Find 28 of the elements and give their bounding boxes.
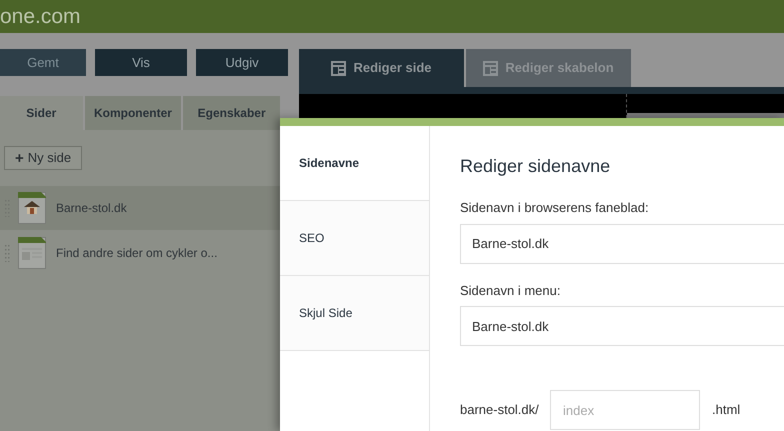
panel-tab[interactable]: Sider [0,96,83,130]
panel-tab[interactable]: Komponenter [84,96,182,130]
url-field[interactable]: index [550,390,700,430]
dialog-menu-item[interactable]: Skjul Side [280,276,429,351]
text-field[interactable]: Barne-stol.dk [460,306,784,346]
field-label: Sidenavn i menu: [460,282,562,300]
new-page-button[interactable]: + Ny side [4,146,82,170]
dialog-menu-item[interactable]: Sidenavne [280,126,429,201]
page-icon [18,192,46,224]
edit-tab[interactable]: Rediger side [299,49,464,87]
dialog-menu-item[interactable]: SEO [280,201,429,276]
logo: one.com [0,6,81,27]
page-icon [18,237,46,269]
url-prefix: barne-stol.dk/ [460,401,540,420]
plus-icon: + [14,150,24,166]
url-suffix: .html [712,401,740,420]
layout-icon [331,60,346,76]
layout-icon [483,60,498,76]
toolbar-button[interactable]: Vis [95,49,187,76]
page-title: Find andre sider om cykler o... [56,245,218,262]
drag-handle-icon[interactable] [5,244,10,262]
page-row[interactable]: Barne-stol.dk [0,186,280,230]
toolbar-button[interactable]: Udgiv [196,49,288,76]
field-label: Sidenavn i browserens faneblad: [460,199,650,217]
panel-tab[interactable]: Egenskaber [183,96,280,130]
page-title: Barne-stol.dk [56,200,127,217]
dialog-title: Rediger sidenavne [460,155,612,178]
text-field[interactable]: Barne-stol.dk [460,224,784,264]
